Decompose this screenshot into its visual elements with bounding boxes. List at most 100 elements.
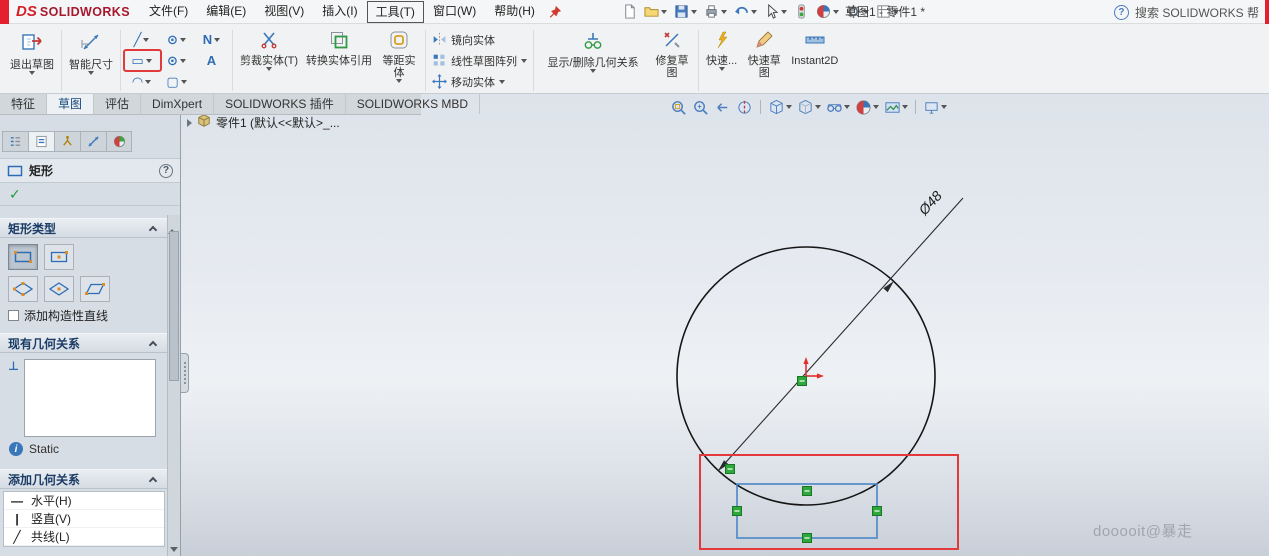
menu-edit[interactable]: 编辑(E) <box>197 0 255 23</box>
offset-entities-button[interactable]: 等距实体 <box>376 28 422 83</box>
relations-listbox[interactable] <box>24 359 156 437</box>
relation-collinear[interactable]: ╱ 共线(L) <box>4 528 164 546</box>
panel-help-icon[interactable]: ? <box>159 164 173 178</box>
section-existing-relations[interactable]: 现有几何关系 <box>0 333 180 353</box>
left-midpoint-handle[interactable] <box>733 507 742 516</box>
save-button[interactable] <box>672 2 699 21</box>
tab-evaluate[interactable]: 评估 <box>94 94 141 114</box>
pin-menu-icon[interactable] <box>548 5 562 19</box>
tab-property-manager[interactable] <box>28 131 54 152</box>
origin-coincident-marker[interactable] <box>798 377 807 386</box>
quick-snaps-button[interactable]: 快速... <box>702 28 741 71</box>
view-settings-button[interactable] <box>922 98 948 117</box>
hide-show-items-button[interactable] <box>825 98 851 117</box>
quick-snaps-dropdown[interactable] <box>719 67 725 71</box>
add-construction-checkbox[interactable] <box>8 310 19 321</box>
menu-file[interactable]: 文件(F) <box>140 0 197 23</box>
collapse-chevron-icon[interactable] <box>149 225 157 233</box>
corner-rectangle-button[interactable] <box>8 244 38 270</box>
graphics-area[interactable]: Ø48 <box>181 94 1269 556</box>
tab-solidworks-mbd[interactable]: SOLIDWORKS MBD <box>346 94 480 114</box>
ellipse-tool-button[interactable]: ⊙ <box>159 50 194 71</box>
select-cursor-button[interactable] <box>762 2 789 21</box>
zoom-to-area-button[interactable] <box>691 98 710 117</box>
rapid-sketch-button[interactable]: 快速草图 <box>741 28 787 79</box>
relation-vertical[interactable]: | 竖直(V) <box>4 510 164 528</box>
display-relations-dropdown[interactable] <box>590 69 596 73</box>
tab-display-manager[interactable] <box>106 131 132 152</box>
top-midpoint-handle[interactable] <box>803 487 812 496</box>
tab-solidworks-addins[interactable]: SOLIDWORKS 插件 <box>214 94 346 114</box>
instant2d-button[interactable]: Instant2D <box>787 28 842 67</box>
dimension-text[interactable]: Ø48 <box>915 187 945 218</box>
part-name-label[interactable]: 零件1 (默认<<默认>_... <box>216 114 340 131</box>
print-button[interactable] <box>702 2 729 21</box>
section-add-relations[interactable]: 添加几何关系 <box>0 469 180 489</box>
tab-feature-manager[interactable] <box>2 131 28 152</box>
apply-scene-button[interactable] <box>883 98 909 117</box>
scroll-down-icon[interactable] <box>170 547 178 552</box>
parallelogram-button[interactable] <box>80 276 110 302</box>
new-document-button[interactable] <box>620 2 639 21</box>
repair-sketch-button[interactable]: 修复草图 <box>649 28 695 79</box>
tab-features[interactable]: 特征 <box>0 94 47 114</box>
diameter-dimension-line[interactable] <box>718 198 963 471</box>
three-point-corner-rectangle-button[interactable] <box>8 276 38 302</box>
slot-tool-button[interactable]: ▢ <box>159 71 194 92</box>
spline-tool-button[interactable]: N <box>194 29 229 50</box>
edit-appearance-button[interactable] <box>814 2 841 21</box>
add-construction-lines-option[interactable]: 添加构造性直线 <box>8 308 172 323</box>
search-input[interactable]: 搜索 SOLIDWORKS 帮 <box>1135 4 1259 21</box>
line-tool-button[interactable]: ╱ <box>124 29 159 50</box>
collapse-chevron-icon[interactable] <box>149 340 157 348</box>
menu-tools[interactable]: 工具(T) <box>367 1 424 23</box>
fillet-tool-button[interactable] <box>194 71 229 92</box>
circle-tool-button[interactable]: ⊙ <box>159 29 194 50</box>
view-orientation-button[interactable] <box>767 98 793 117</box>
relation-horizontal[interactable]: — 水平(H) <box>4 492 164 510</box>
offset-dropdown[interactable] <box>396 79 402 83</box>
sketch-origin[interactable] <box>803 357 824 379</box>
scrollbar-thumb[interactable] <box>169 231 179 381</box>
tab-dimxpert[interactable]: DimXpert <box>141 94 214 114</box>
menu-insert[interactable]: 插入(I) <box>313 0 366 23</box>
linear-sketch-pattern-button[interactable]: 线性草图阵列 <box>432 53 527 69</box>
panel-scrollbar[interactable] <box>167 215 180 556</box>
trim-dropdown[interactable] <box>266 67 272 71</box>
mirror-entities-button[interactable]: 镜向实体 <box>432 32 527 48</box>
tab-configuration-manager[interactable] <box>54 131 80 152</box>
center-rectangle-button[interactable] <box>44 244 74 270</box>
corner-on-circle-marker[interactable] <box>726 465 735 474</box>
zoom-to-fit-button[interactable] <box>669 98 688 117</box>
display-delete-relations-button[interactable]: 显示/删除几何关系 <box>537 28 649 73</box>
ok-check-button[interactable]: ✓ <box>9 186 21 203</box>
smart-dimension-button[interactable]: 智能尺寸 <box>65 28 117 75</box>
panel-splitter-grip[interactable] <box>181 353 189 393</box>
open-document-button[interactable] <box>642 2 669 21</box>
convert-entities-button[interactable]: 转换实体引用 <box>302 28 376 67</box>
help-icon[interactable]: ? <box>1114 5 1129 20</box>
exit-sketch-dropdown[interactable] <box>29 71 35 75</box>
tree-expand-icon[interactable] <box>187 119 192 127</box>
undo-button[interactable] <box>732 2 759 21</box>
exit-sketch-button[interactable]: 退出草图 <box>6 28 58 75</box>
text-tool-button[interactable]: A <box>194 50 229 71</box>
search-area[interactable]: ? 搜索 SOLIDWORKS 帮 <box>1114 0 1259 24</box>
three-point-center-rectangle-button[interactable] <box>44 276 74 302</box>
section-rectangle-type[interactable]: 矩形类型 <box>0 218 180 238</box>
previous-view-button[interactable] <box>713 98 732 117</box>
arc-tool-button[interactable]: ◠ <box>124 71 159 92</box>
menu-view[interactable]: 视图(V) <box>255 0 313 23</box>
flyout-feature-tree[interactable]: 零件1 (默认<<默认>_... <box>187 114 340 131</box>
rebuild-button[interactable] <box>792 2 811 21</box>
collapse-chevron-icon[interactable] <box>149 476 157 484</box>
trim-entities-button[interactable]: 剪裁实体(T) <box>236 28 302 71</box>
rectangle-tool-button[interactable]: ▭ <box>124 50 159 71</box>
menu-help[interactable]: 帮助(H) <box>485 0 544 23</box>
display-style-button[interactable] <box>796 98 822 117</box>
section-view-button[interactable] <box>735 98 754 117</box>
move-entities-button[interactable]: 移动实体 <box>432 74 527 90</box>
edit-appearance-hud-button[interactable] <box>854 98 880 117</box>
smart-dimension-dropdown[interactable] <box>88 71 94 75</box>
tab-dimxpert-manager[interactable] <box>80 131 106 152</box>
